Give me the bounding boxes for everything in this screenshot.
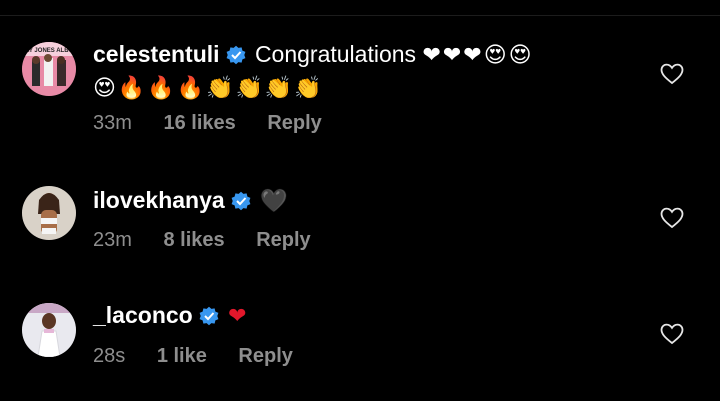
comment-emoji: ❤❤❤😍😍 (422, 43, 534, 68)
likes-count[interactable]: 8 likes (163, 229, 224, 251)
avatar[interactable] (22, 303, 76, 357)
timestamp: 23m (93, 229, 132, 251)
like-heart-icon[interactable] (660, 207, 684, 229)
comment-meta: 28s 1 like Reply (93, 345, 319, 368)
avatar[interactable] (22, 186, 76, 240)
like-heart-icon[interactable] (660, 323, 684, 345)
comment-meta: 33m 16 likes Reply (93, 112, 348, 135)
reply-button[interactable]: Reply (238, 345, 292, 367)
comment-meta: 23m 8 likes Reply (93, 229, 337, 252)
comment-emoji: ❤ (228, 304, 249, 329)
verified-badge-icon (226, 41, 246, 73)
like-heart-icon[interactable] (660, 63, 684, 85)
verified-badge-icon (231, 187, 251, 219)
comment-emoji: 🖤 (260, 189, 290, 214)
reply-button[interactable]: Reply (267, 112, 321, 134)
verified-badge-icon (199, 302, 219, 334)
top-divider (0, 15, 720, 16)
avatar-caption: AY JONES ALBU (25, 48, 73, 54)
comment-emoji-line-2: 😍🔥🔥🔥👏👏👏👏 (93, 76, 324, 101)
avatar[interactable]: AY JONES ALBU (22, 42, 76, 96)
username[interactable]: celestentuli (93, 41, 220, 67)
likes-count[interactable]: 16 likes (163, 112, 235, 134)
reply-button[interactable]: Reply (256, 229, 310, 251)
timestamp: 33m (93, 112, 132, 134)
timestamp: 28s (93, 345, 126, 367)
username[interactable]: _laconco (93, 302, 193, 328)
username[interactable]: ilovekhanya (93, 187, 225, 213)
comment-text: Congratulations (254, 41, 417, 67)
likes-count[interactable]: 1 like (157, 345, 207, 367)
